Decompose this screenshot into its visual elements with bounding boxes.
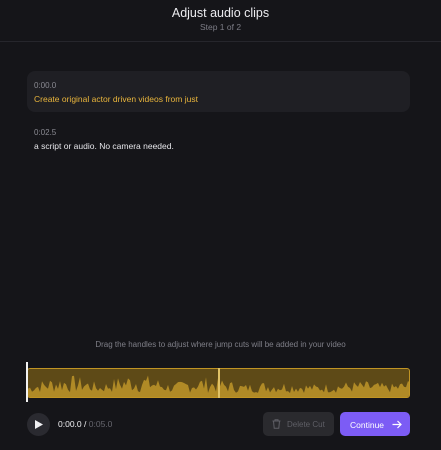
step-indicator: Step 1 of 2	[199, 22, 242, 32]
play-button[interactable]	[27, 413, 50, 436]
continue-label: Continue	[350, 419, 385, 430]
time-display: 0:00.0 / 0:05.0	[58, 419, 112, 429]
continue-button[interactable]: Continue	[340, 412, 410, 436]
play-icon	[35, 420, 43, 429]
clip-item-2[interactable]: 0:02.5 a script or audio. No camera need…	[27, 118, 410, 159]
time-separator: /	[84, 419, 87, 429]
timeline-hint: Drag the handles to adjust where jump cu…	[95, 340, 346, 349]
total-duration: 0:05.0	[88, 419, 113, 429]
clip-timestamp: 0:02.5	[34, 128, 57, 137]
delete-cut-button[interactable]: Delete Cut	[263, 412, 334, 436]
clip-text: a script or audio. No camera needed.	[34, 141, 174, 151]
delete-cut-label: Delete Cut	[287, 420, 325, 429]
clip-text: Create original actor driven videos from…	[34, 94, 198, 104]
playhead[interactable]	[26, 362, 28, 402]
clip-item-1[interactable]: 0:00.0 Create original actor driven vide…	[27, 71, 410, 112]
page-header: Adjust audio clips Step 1 of 2	[0, 0, 441, 42]
page-title: Adjust audio clips	[171, 6, 270, 20]
arrow-right-icon	[392, 420, 402, 429]
jump-cut-handle[interactable]	[218, 368, 220, 398]
current-time: 0:00.0	[58, 419, 82, 429]
clip-timestamp: 0:00.0	[34, 81, 57, 90]
trash-icon	[272, 419, 281, 429]
